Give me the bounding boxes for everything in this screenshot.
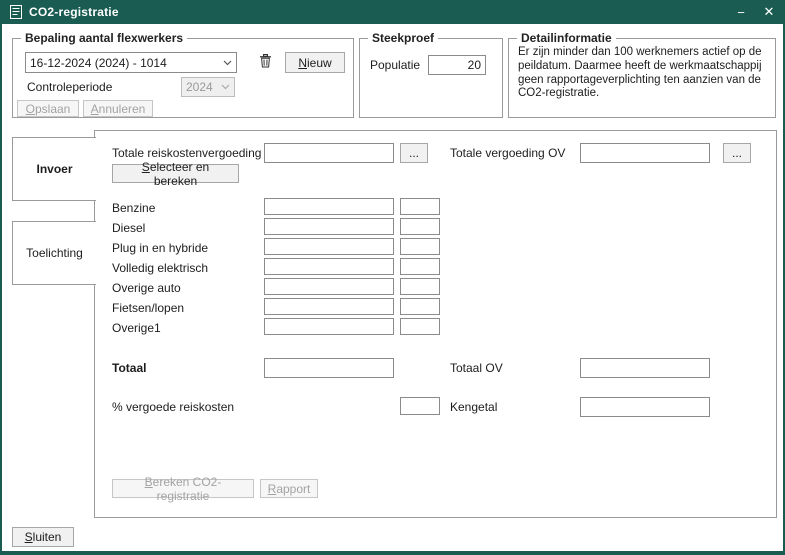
totaal-input[interactable] bbox=[264, 358, 394, 378]
totale-ov-input[interactable] bbox=[580, 143, 710, 163]
period-select-value: 16-12-2024 (2024) - 1014 bbox=[30, 56, 219, 70]
delete-period-button[interactable] bbox=[251, 52, 279, 73]
populatie-input[interactable] bbox=[428, 55, 486, 75]
kengetal-label: Kengetal bbox=[450, 400, 497, 414]
fuel-row-amount-input[interactable] bbox=[264, 318, 394, 335]
totaal-ov-input[interactable] bbox=[580, 358, 710, 378]
fuel-row-extra-input[interactable] bbox=[400, 258, 440, 275]
close-button[interactable]: ✕ bbox=[755, 0, 783, 24]
fuel-row-extra-input[interactable] bbox=[400, 278, 440, 295]
detailinformatie-groupbox: Detailinformatie Er zijn minder dan 100 … bbox=[508, 38, 776, 118]
steekproef-groupbox: Steekproef Populatie bbox=[359, 38, 503, 118]
controleperiode-label: Controleperiode bbox=[27, 80, 112, 94]
fuel-row-amount-input[interactable] bbox=[264, 298, 394, 315]
fuel-row-extra-input[interactable] bbox=[400, 218, 440, 235]
populatie-label: Populatie bbox=[370, 58, 420, 72]
tab-invoer[interactable]: Invoer bbox=[12, 137, 96, 201]
chevron-down-icon bbox=[223, 60, 232, 66]
fuel-row-amount-input[interactable] bbox=[264, 278, 394, 295]
fuel-row-extra-input[interactable] bbox=[400, 318, 440, 335]
ellipsis-icon: ... bbox=[732, 146, 742, 160]
document-icon bbox=[10, 5, 22, 19]
title-bar: CO2-registratie − ✕ bbox=[2, 0, 783, 24]
chevron-down-icon bbox=[221, 84, 230, 90]
fuel-row-extra-input[interactable] bbox=[400, 198, 440, 215]
selecteer-en-bereken-button[interactable]: Selecteer en bereken bbox=[112, 164, 239, 183]
controleperiode-select[interactable]: 2024 bbox=[181, 77, 235, 97]
nieuw-button[interactable]: Nieuw bbox=[285, 52, 345, 73]
fuel-row-label: Overige auto bbox=[112, 281, 181, 295]
steekproef-legend: Steekproef bbox=[368, 31, 438, 45]
opslaan-button[interactable]: Opslaan bbox=[17, 100, 79, 117]
fuel-row-extra-input[interactable] bbox=[400, 238, 440, 255]
co2-registratie-window: CO2-registratie − ✕ Bepaling aantal flex… bbox=[0, 0, 785, 555]
fuel-row-label: Fietsen/lopen bbox=[112, 301, 184, 315]
fuel-row-label: Overige1 bbox=[112, 321, 161, 335]
pct-vergoede-input[interactable] bbox=[400, 397, 440, 415]
tab-invoer-label: Invoer bbox=[36, 162, 72, 176]
flexwerkers-groupbox: Bepaling aantal flexwerkers 16-12-2024 (… bbox=[12, 38, 354, 118]
fuel-row-label: Plug in en hybride bbox=[112, 241, 208, 255]
pct-vergoede-label: % vergoede reiskosten bbox=[112, 400, 234, 414]
fuel-row-label: Diesel bbox=[112, 221, 145, 235]
totaal-label: Totaal bbox=[112, 361, 146, 375]
fuel-row-amount-input[interactable] bbox=[264, 258, 394, 275]
totale-reiskosten-browse-button[interactable]: ... bbox=[400, 143, 428, 163]
flexwerkers-legend: Bepaling aantal flexwerkers bbox=[21, 31, 187, 45]
fuel-row-label: Benzine bbox=[112, 201, 155, 215]
ellipsis-icon: ... bbox=[409, 146, 419, 160]
fuel-row-extra-input[interactable] bbox=[400, 298, 440, 315]
bereken-co2-button[interactable]: Bereken CO2-registratie bbox=[112, 479, 254, 498]
rapport-button[interactable]: Rapport bbox=[260, 479, 318, 498]
window-title: CO2-registratie bbox=[29, 5, 119, 19]
totale-ov-browse-button[interactable]: ... bbox=[723, 143, 751, 163]
detail-text: Er zijn minder dan 100 werknemers actief… bbox=[518, 46, 768, 101]
detailinformatie-legend: Detailinformatie bbox=[517, 31, 616, 45]
totaal-ov-label: Totaal OV bbox=[450, 361, 503, 375]
sluiten-button[interactable]: Sluiten bbox=[12, 527, 74, 547]
annuleren-button[interactable]: Annuleren bbox=[83, 100, 153, 117]
tab-toelichting-label: Toelichting bbox=[26, 246, 83, 260]
fuel-row-amount-input[interactable] bbox=[264, 198, 394, 215]
fuel-row-label: Volledig elektrisch bbox=[112, 261, 208, 275]
fuel-row-amount-input[interactable] bbox=[264, 218, 394, 235]
totale-ov-label: Totale vergoeding OV bbox=[450, 146, 565, 160]
minimize-button[interactable]: − bbox=[727, 0, 755, 24]
controleperiode-select-value: 2024 bbox=[186, 80, 217, 94]
period-select[interactable]: 16-12-2024 (2024) - 1014 bbox=[25, 52, 237, 73]
kengetal-input[interactable] bbox=[580, 397, 710, 417]
totale-reiskosten-input[interactable] bbox=[264, 143, 394, 163]
fuel-row-amount-input[interactable] bbox=[264, 238, 394, 255]
trash-icon bbox=[259, 54, 272, 71]
totale-reiskosten-label: Totale reiskostenvergoeding bbox=[112, 146, 261, 160]
tab-toelichting[interactable]: Toelichting bbox=[12, 221, 96, 285]
